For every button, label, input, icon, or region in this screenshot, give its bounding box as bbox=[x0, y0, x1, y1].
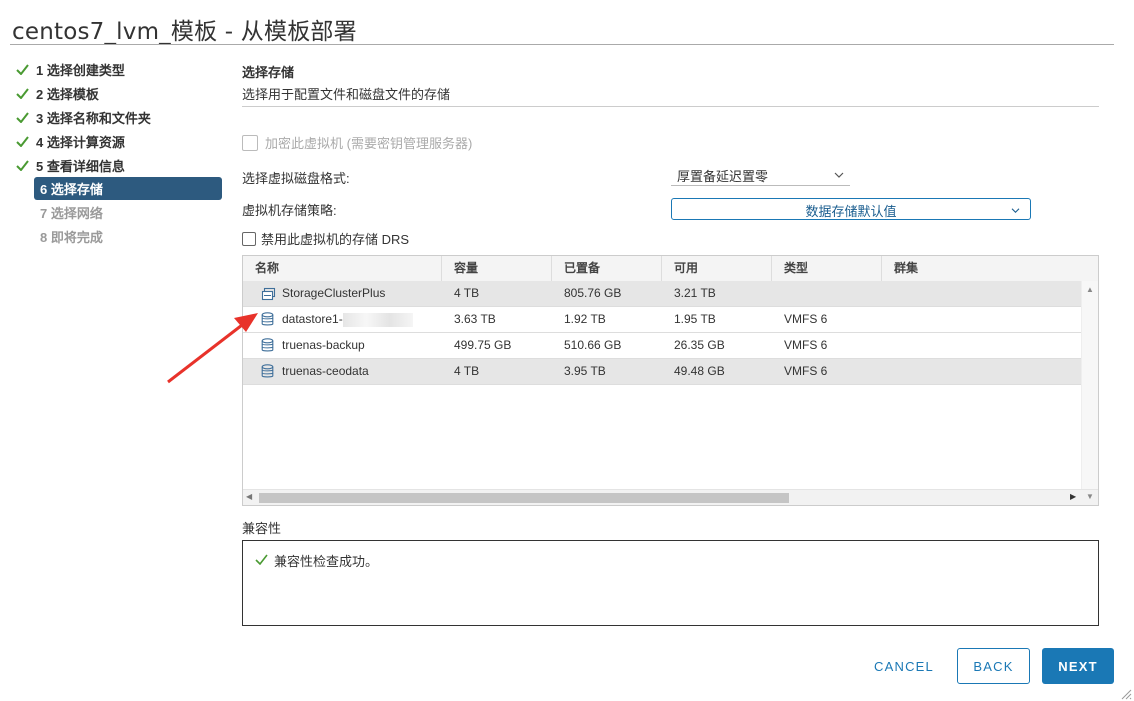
compatibility-message: 兼容性检查成功。 bbox=[274, 554, 379, 569]
redacted-text bbox=[342, 312, 413, 327]
step-label: 7 选择网络 bbox=[40, 205, 103, 221]
wizard-steps: 1 选择创建类型 2 选择模板 3 选择名称和文件夹 4 选择计算资源 5 查看… bbox=[16, 57, 224, 248]
step-6[interactable]: 6 选择存储 bbox=[34, 177, 222, 200]
encrypt-vm-option: 加密此虚拟机 (需要密钥管理服务器) bbox=[242, 133, 472, 152]
column-header-type[interactable]: 类型 bbox=[772, 256, 882, 281]
datastore-type: VMFS 6 bbox=[784, 312, 828, 326]
datastore-grid: 名称 容量 已置备 可用 类型 群集 StorageClusterPlus 4 … bbox=[242, 255, 1099, 506]
section-subtitle: 选择用于配置文件和磁盘文件的存储 bbox=[242, 87, 451, 102]
title-divider bbox=[10, 44, 1114, 45]
datastore-provisioned: 805.76 GB bbox=[564, 286, 622, 300]
datastore-name: StorageClusterPlus bbox=[282, 286, 386, 300]
column-header-name[interactable]: 名称 bbox=[243, 256, 442, 281]
disk-format-label: 选择虚拟磁盘格式: bbox=[242, 171, 350, 186]
check-icon bbox=[255, 553, 274, 568]
datastore-icon bbox=[261, 312, 276, 327]
step-label: 5 查看详细信息 bbox=[36, 158, 125, 174]
step-label: 4 选择计算资源 bbox=[36, 134, 125, 150]
step-5[interactable]: 5 查看详细信息 bbox=[16, 153, 224, 177]
compatibility-label: 兼容性 bbox=[242, 521, 282, 536]
step-2[interactable]: 2 选择模板 bbox=[16, 81, 224, 105]
table-row[interactable]: StorageClusterPlus 4 TB 805.76 GB 3.21 T… bbox=[243, 281, 1081, 307]
datastore-name: truenas-backup bbox=[282, 338, 365, 352]
table-row[interactable]: datastore1- 3.63 TB 1.92 TB 1.95 TB VMFS… bbox=[243, 307, 1081, 333]
disk-format-select[interactable]: 厚置备延迟置零 bbox=[671, 163, 850, 186]
resize-grip-icon[interactable] bbox=[1120, 688, 1132, 700]
datastore-name: datastore1- bbox=[282, 312, 343, 326]
datastore-type: VMFS 6 bbox=[784, 364, 828, 378]
column-header-provisioned[interactable]: 已置备 bbox=[552, 256, 662, 281]
section-divider bbox=[242, 106, 1099, 107]
table-row[interactable]: truenas-ceodata 4 TB 3.95 TB 49.48 GB VM… bbox=[243, 359, 1081, 385]
check-icon bbox=[16, 153, 36, 177]
check-icon bbox=[16, 81, 36, 105]
step-label: 2 选择模板 bbox=[36, 86, 99, 102]
step-3[interactable]: 3 选择名称和文件夹 bbox=[16, 105, 224, 129]
datastore-free: 1.95 TB bbox=[674, 312, 716, 326]
step-1[interactable]: 1 选择创建类型 bbox=[16, 57, 224, 81]
check-icon bbox=[16, 129, 36, 153]
datastore-capacity: 499.75 GB bbox=[454, 338, 512, 352]
section-title: 选择存储 bbox=[242, 65, 295, 80]
step-label: 1 选择创建类型 bbox=[36, 62, 125, 78]
scroll-down-icon[interactable]: ▼ bbox=[1086, 492, 1094, 501]
disk-format-value: 厚置备延迟置零 bbox=[677, 169, 769, 184]
step-4[interactable]: 4 选择计算资源 bbox=[16, 129, 224, 153]
disable-drs-checkbox[interactable] bbox=[242, 231, 256, 246]
encrypt-checkbox bbox=[242, 134, 258, 151]
datastore-free: 26.35 GB bbox=[674, 338, 725, 352]
datastore-provisioned: 510.66 GB bbox=[564, 338, 622, 352]
column-header-capacity[interactable]: 容量 bbox=[442, 256, 552, 281]
scroll-right-icon[interactable]: ▶ bbox=[1070, 492, 1076, 501]
storage-policy-value: 数据存储默认值 bbox=[805, 204, 897, 219]
next-button[interactable]: NEXT bbox=[1042, 648, 1114, 684]
disable-drs-label: 禁用此虚拟机的存储 DRS bbox=[261, 232, 410, 247]
datastore-icon bbox=[261, 338, 276, 353]
storage-policy-label: 虚拟机存储策略: bbox=[242, 203, 337, 218]
compatibility-panel: 兼容性检查成功。 bbox=[242, 540, 1099, 626]
window-title: centos7_lvm_模板 - 从模板部署 bbox=[12, 19, 357, 45]
check-icon bbox=[16, 57, 36, 81]
horizontal-scrollbar[interactable]: ◀ ▶ ▼ bbox=[243, 489, 1098, 505]
table-row[interactable]: truenas-backup 499.75 GB 510.66 GB 26.35… bbox=[243, 333, 1081, 359]
datastore-capacity: 4 TB bbox=[454, 286, 480, 300]
disable-drs-option[interactable]: 禁用此虚拟机的存储 DRS bbox=[242, 229, 409, 248]
datastore-type bbox=[772, 281, 882, 306]
scrollbar-thumb[interactable] bbox=[259, 493, 789, 503]
step-label: 3 选择名称和文件夹 bbox=[36, 110, 151, 126]
scroll-up-icon[interactable]: ▲ bbox=[1086, 285, 1094, 294]
step-8: 8 即将完成 bbox=[16, 224, 224, 248]
datastore-capacity: 3.63 TB bbox=[454, 312, 496, 326]
chevron-down-icon bbox=[834, 167, 844, 182]
storage-policy-select[interactable]: 数据存储默认值 bbox=[671, 198, 1031, 220]
step-label: 8 即将完成 bbox=[40, 229, 103, 245]
datastore-free: 49.48 GB bbox=[674, 364, 725, 378]
datastore-provisioned: 3.95 TB bbox=[564, 364, 606, 378]
storage-cluster-icon bbox=[261, 286, 276, 301]
datastore-name: truenas-ceodata bbox=[282, 364, 369, 378]
encrypt-label: 加密此虚拟机 (需要密钥管理服务器) bbox=[265, 136, 473, 151]
chevron-down-icon bbox=[1011, 202, 1020, 217]
column-header-free[interactable]: 可用 bbox=[662, 256, 772, 281]
step-7: 7 选择网络 bbox=[16, 200, 224, 224]
datastore-icon bbox=[261, 364, 276, 379]
back-button[interactable]: BACK bbox=[957, 648, 1030, 684]
cancel-button[interactable]: CANCEL bbox=[862, 648, 946, 684]
datastore-capacity: 4 TB bbox=[454, 364, 480, 378]
column-header-cluster[interactable]: 群集 bbox=[882, 256, 1098, 281]
datastore-provisioned: 1.92 TB bbox=[564, 312, 606, 326]
datastore-free: 3.21 TB bbox=[674, 286, 716, 300]
datastore-type: VMFS 6 bbox=[784, 338, 828, 352]
check-icon bbox=[16, 105, 36, 129]
step-label: 6 选择存储 bbox=[40, 182, 103, 197]
scroll-left-icon[interactable]: ◀ bbox=[246, 492, 252, 501]
vertical-scrollbar[interactable]: ▲ bbox=[1081, 281, 1098, 489]
grid-header: 名称 容量 已置备 可用 类型 群集 bbox=[243, 256, 1098, 282]
